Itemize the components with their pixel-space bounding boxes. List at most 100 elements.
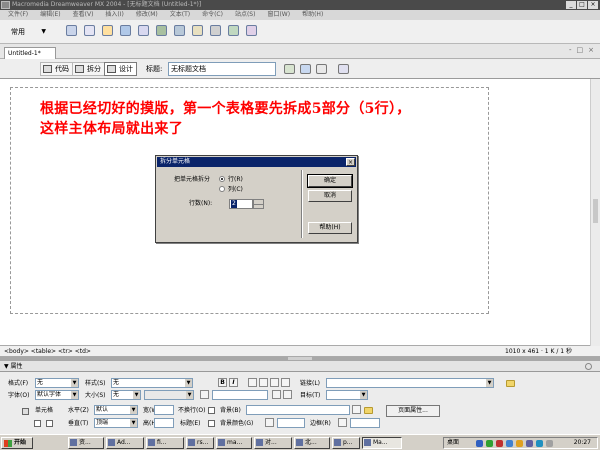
target-select[interactable]: ▼: [326, 390, 368, 400]
ok-button[interactable]: 确定: [307, 174, 353, 188]
format-select[interactable]: 无 ▼: [35, 378, 79, 388]
properties-panel-header[interactable]: ▼ 属性: [0, 361, 600, 372]
split-cells-icon[interactable]: [46, 420, 53, 427]
bold-button[interactable]: B: [218, 378, 227, 387]
doc-restore-button[interactable]: □: [577, 46, 584, 54]
tray-app-icon-2[interactable]: [536, 440, 543, 447]
bg-folder-icon[interactable]: [364, 407, 373, 414]
menu-file[interactable]: 文件(F): [8, 10, 28, 20]
hyperlink-icon[interactable]: [66, 25, 77, 36]
rows-count-value[interactable]: 2: [231, 200, 237, 208]
page-properties-button[interactable]: 页面属性...: [386, 405, 440, 417]
email-link-icon[interactable]: [84, 25, 95, 36]
columns-radio-label[interactable]: 列(C): [228, 185, 243, 194]
style-select[interactable]: 无 ▼: [111, 378, 193, 388]
header-checkbox[interactable]: [208, 420, 215, 427]
tab-untitled-1[interactable]: Untitled-1*: [4, 47, 56, 59]
volume-icon[interactable]: [506, 440, 513, 447]
cancel-button[interactable]: 取消: [308, 190, 352, 202]
bgcolor-picker-icon[interactable]: [265, 418, 274, 427]
taskbar-item-dreamweaver[interactable]: Ma...: [362, 437, 402, 449]
scrollbar-thumb[interactable]: [593, 199, 598, 223]
image-icon[interactable]: [156, 25, 167, 36]
start-button[interactable]: 开始: [1, 437, 33, 449]
align-right-icon[interactable]: [270, 378, 279, 387]
help-button[interactable]: 帮助(H): [308, 222, 352, 234]
vertical-scrollbar[interactable]: [590, 79, 600, 346]
menu-text[interactable]: 文本(T): [170, 10, 190, 20]
menu-window[interactable]: 窗口(W): [267, 10, 290, 20]
antivirus-icon[interactable]: [486, 440, 493, 447]
taskbar-item-3[interactable]: fi...: [146, 437, 184, 449]
maximize-button[interactable]: □: [577, 1, 587, 9]
rows-radio[interactable]: [219, 176, 225, 182]
height-input[interactable]: [154, 418, 174, 428]
layer-icon[interactable]: [138, 25, 149, 36]
media-icon[interactable]: [174, 25, 185, 36]
menu-edit[interactable]: 编辑(E): [40, 10, 60, 20]
text-color-input[interactable]: [212, 390, 268, 400]
file-management-icon[interactable]: [284, 64, 295, 74]
close-button[interactable]: ×: [588, 1, 598, 9]
taskbar-item-1[interactable]: 资...: [68, 437, 104, 449]
insert-category-select[interactable]: 常用 ▼: [6, 25, 50, 39]
italic-button[interactable]: I: [229, 378, 238, 387]
desktop-toolbar-label[interactable]: 桌面: [447, 438, 459, 448]
tag-chooser-icon[interactable]: [246, 25, 257, 36]
page-title-input[interactable]: 无标题文档: [168, 62, 276, 76]
minimize-button[interactable]: _: [566, 1, 576, 9]
help-icon[interactable]: [585, 363, 592, 370]
text-color-icon[interactable]: [200, 390, 209, 399]
split-view-button[interactable]: 拆分: [72, 62, 105, 76]
vert-select[interactable]: 顶端 ▼: [94, 418, 138, 428]
im-icon[interactable]: [496, 440, 503, 447]
menu-insert[interactable]: 插入(I): [105, 10, 123, 20]
link-input[interactable]: ▼: [326, 378, 494, 388]
border-color-picker-icon[interactable]: [338, 418, 347, 427]
design-view-button[interactable]: 设计: [104, 62, 137, 76]
tray-app-icon-3[interactable]: [546, 440, 553, 447]
taskbar-item-8[interactable]: p...: [332, 437, 360, 449]
bgcolor-input[interactable]: [277, 418, 305, 428]
taskbar-item-5[interactable]: ma...: [216, 437, 252, 449]
dialog-close-button[interactable]: ×: [346, 158, 355, 166]
border-color-input[interactable]: [350, 418, 380, 428]
taskbar-item-7[interactable]: 北...: [294, 437, 330, 449]
taskbar-item-6[interactable]: 对...: [254, 437, 292, 449]
template-icon[interactable]: [228, 25, 239, 36]
merge-cells-icon[interactable]: [34, 420, 41, 427]
view-options-icon[interactable]: [338, 64, 349, 74]
doc-minimize-button[interactable]: -: [569, 46, 572, 54]
size-select[interactable]: 无 ▼: [111, 390, 141, 400]
columns-radio[interactable]: [219, 186, 225, 192]
tag-selector[interactable]: <body> <table> <tr> <td>: [4, 346, 91, 357]
refresh-design-icon[interactable]: [316, 64, 327, 74]
ordered-list-icon[interactable]: [283, 390, 292, 399]
taskbar-item-4[interactable]: rs...: [186, 437, 214, 449]
align-left-icon[interactable]: [248, 378, 257, 387]
menu-modify[interactable]: 修改(M): [136, 10, 158, 20]
input-method-icon[interactable]: [516, 440, 523, 447]
table-icon[interactable]: [120, 25, 131, 36]
network-icon[interactable]: [476, 440, 483, 447]
named-anchor-icon[interactable]: [102, 25, 113, 36]
date-icon[interactable]: [192, 25, 203, 36]
menu-help[interactable]: 帮助(H): [302, 10, 323, 20]
width-input[interactable]: [154, 405, 174, 415]
bg-image-input[interactable]: [246, 405, 350, 415]
bg-point-icon[interactable]: [352, 405, 361, 414]
rows-radio-label[interactable]: 行(R): [228, 175, 243, 184]
justify-icon[interactable]: [281, 378, 290, 387]
unordered-list-icon[interactable]: [272, 390, 281, 399]
font-select[interactable]: 默认字体 ▼: [35, 390, 79, 400]
menu-site[interactable]: 站点(S): [235, 10, 256, 20]
stepper-arrows-icon[interactable]: [253, 199, 264, 209]
rows-count-stepper[interactable]: 2: [229, 199, 264, 209]
browse-folder-icon[interactable]: [506, 380, 515, 387]
menu-view[interactable]: 查看(V): [73, 10, 94, 20]
preview-browser-icon[interactable]: [300, 64, 311, 74]
taskbar-item-2[interactable]: Ad...: [106, 437, 144, 449]
size-unit-select[interactable]: ▼: [144, 390, 194, 400]
nowrap-checkbox[interactable]: [208, 407, 215, 414]
code-view-button[interactable]: 代码: [40, 62, 73, 76]
